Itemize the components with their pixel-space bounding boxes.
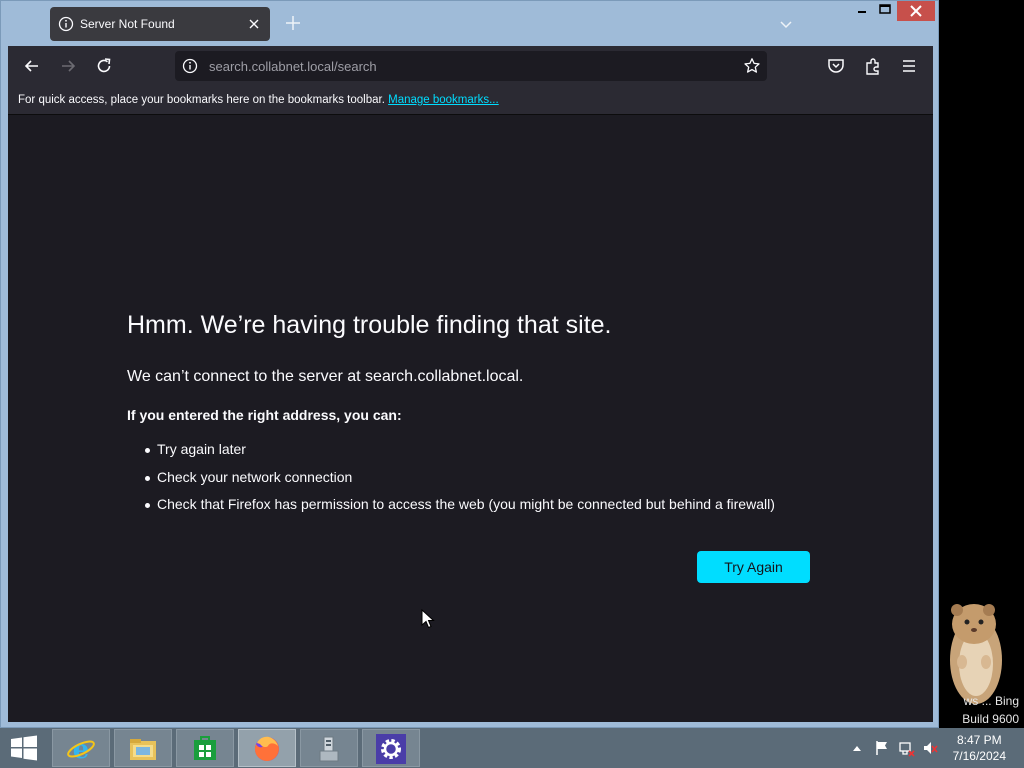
url-text[interactable]: search.collabnet.local/search <box>209 59 377 74</box>
close-window-icon[interactable] <box>897 1 935 21</box>
svg-text:e: e <box>73 735 90 764</box>
hamster-mascot-icon <box>950 604 1002 704</box>
error-page: Hmm. We’re having trouble finding that s… <box>8 115 933 722</box>
clock-time: 8:47 PM <box>956 733 1002 747</box>
internet-explorer-icon: e <box>67 735 95 764</box>
navigation-toolbar: search.collabnet.local/search <box>8 46 933 86</box>
error-subtitle: If you entered the right address, you ca… <box>127 407 402 423</box>
taskbar: e 8:47 PM 7/16/2024 <box>0 728 1024 768</box>
taskbar-internet-explorer[interactable]: e <box>52 729 110 767</box>
taskbar-server-manager[interactable] <box>300 729 358 767</box>
action-center-flag-icon[interactable] <box>874 738 890 758</box>
back-icon[interactable] <box>22 56 42 76</box>
close-tab-icon[interactable] <box>246 16 262 32</box>
url-host: search.collabnet.local <box>209 59 335 74</box>
windows-start-icon[interactable] <box>10 735 38 761</box>
gear-icon <box>376 734 406 764</box>
error-title: Hmm. We’re having trouble finding that s… <box>127 311 612 339</box>
list-item: Try again later <box>145 441 775 469</box>
bookmarks-toolbar: For quick access, place your bookmarks h… <box>8 86 933 115</box>
mouse-cursor-icon <box>421 609 435 629</box>
bookmarks-prompt: For quick access, place your bookmarks h… <box>18 94 499 106</box>
firefox-window: Server Not Found search.collabnet.local/… <box>0 0 939 728</box>
tab-title: Server Not Found <box>80 17 175 31</box>
taskbar-firefox[interactable] <box>238 729 296 767</box>
windows-watermark-line1: ws ... Bing <box>963 694 1019 708</box>
manage-bookmarks-link[interactable]: Manage bookmarks... <box>388 94 499 106</box>
taskbar-file-explorer[interactable] <box>114 729 172 767</box>
network-icon[interactable] <box>898 738 916 758</box>
new-tab-icon[interactable] <box>283 13 303 33</box>
suggestion-list: Try again later Check your network conne… <box>145 441 775 524</box>
list-item: Check your network connection <box>145 469 775 497</box>
folder-icon <box>130 739 156 760</box>
system-clock[interactable]: 8:47 PM 7/16/2024 <box>953 732 1006 764</box>
pocket-icon[interactable] <box>826 56 846 76</box>
firefox-icon <box>254 736 279 761</box>
server-manager-icon <box>319 736 339 762</box>
forward-icon[interactable] <box>58 56 78 76</box>
list-item: Check that Firefox has permission to acc… <box>145 496 775 524</box>
url-path: /search <box>334 59 377 74</box>
site-info-icon[interactable] <box>182 58 198 74</box>
reload-icon[interactable] <box>94 56 114 76</box>
maximize-icon[interactable] <box>873 1 897 21</box>
list-all-tabs-icon[interactable] <box>777 15 795 33</box>
show-hidden-icons-icon[interactable] <box>851 738 863 758</box>
bookmarks-prompt-text: For quick access, place your bookmarks h… <box>18 94 385 106</box>
taskbar-settings[interactable] <box>362 729 420 767</box>
try-again-button[interactable]: Try Again <box>697 551 810 583</box>
titlebar: Server Not Found <box>1 1 938 46</box>
extensions-icon[interactable] <box>863 56 883 76</box>
error-message: We can’t connect to the server at search… <box>127 368 524 385</box>
hamburger-menu-icon[interactable] <box>899 56 919 76</box>
clock-date: 7/16/2024 <box>952 749 1006 763</box>
store-icon <box>194 736 216 760</box>
url-bar[interactable]: search.collabnet.local/search <box>175 51 767 81</box>
bookmark-star-icon[interactable] <box>743 57 761 75</box>
volume-muted-icon[interactable] <box>922 738 938 758</box>
info-icon <box>58 16 74 32</box>
taskbar-store[interactable] <box>176 729 234 767</box>
tab-server-not-found[interactable]: Server Not Found <box>50 7 270 41</box>
minimize-icon[interactable] <box>851 1 873 21</box>
windows-watermark-line2: Build 9600 <box>962 712 1019 726</box>
